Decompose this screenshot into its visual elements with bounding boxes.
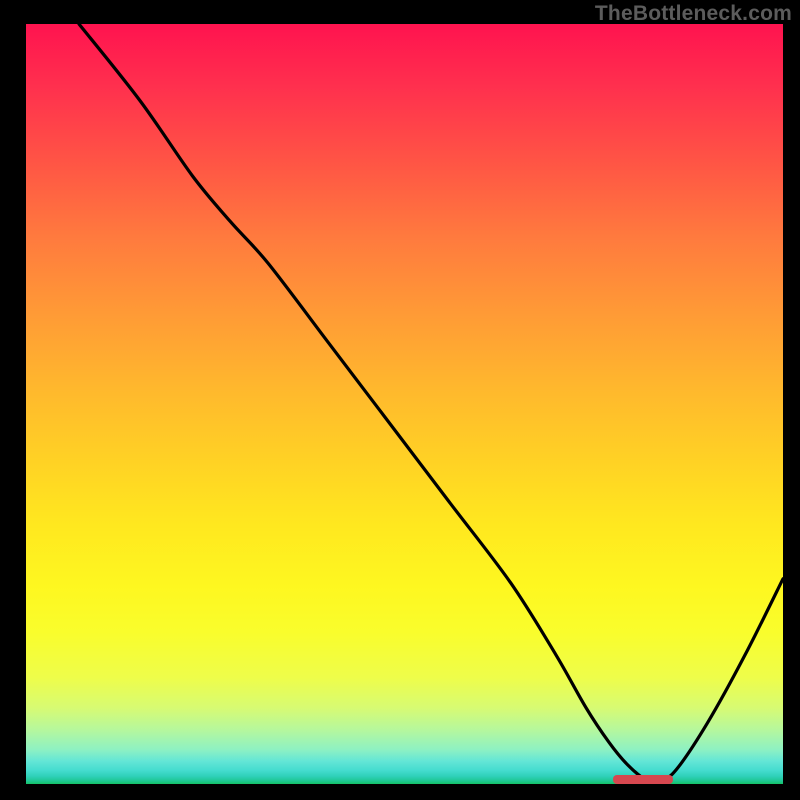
bottleneck-curve	[26, 24, 783, 784]
watermark-text: TheBottleneck.com	[595, 2, 792, 26]
optimal-range-marker	[613, 775, 674, 784]
chart-frame	[26, 24, 783, 784]
